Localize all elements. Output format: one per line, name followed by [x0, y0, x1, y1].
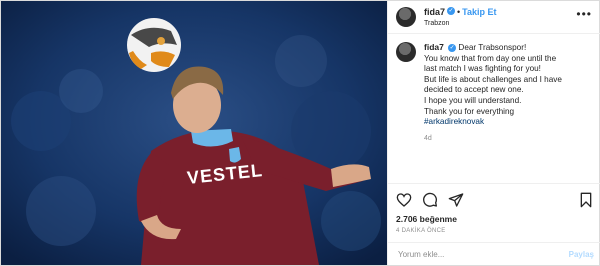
heart-icon[interactable]	[396, 192, 412, 208]
bookmark-icon[interactable]	[578, 192, 594, 208]
instagram-post: VESTEL fida7 ✓ • Takip Et Trabzon ••• fida7…	[0, 0, 600, 266]
caption-line: I hope you will understand.	[424, 95, 522, 105]
caption-text: fida7 ✓ Dear Trabsonspor! You know that …	[424, 42, 594, 144]
caption-username[interactable]: fida7	[424, 42, 444, 52]
likes-label: beğenme	[419, 214, 457, 224]
comment-icon[interactable]	[422, 192, 438, 208]
verified-badge-icon: ✓	[447, 6, 456, 15]
likes-number: 2.706	[396, 214, 418, 224]
more-icon[interactable]: •••	[576, 7, 592, 21]
comment-input[interactable]	[396, 248, 569, 260]
post-photo[interactable]: VESTEL	[1, 1, 387, 265]
caption-line: last match I was fighting for you!	[424, 64, 541, 74]
action-icons	[396, 190, 594, 210]
comment-bar: Paylaş	[388, 242, 600, 265]
post-header: fida7 ✓ • Takip Et Trabzon •••	[388, 1, 600, 34]
header-name-block: fida7 ✓ • Takip Et Trabzon	[424, 5, 497, 29]
hashtag-link[interactable]: #arkadireknovak	[424, 117, 594, 128]
separator-dot: •	[457, 7, 461, 17]
caption-line: But life is about challenges and I have	[424, 74, 562, 84]
caption-avatar[interactable]	[396, 42, 416, 62]
post-date: 4 DAKİKA ÖNCE	[396, 228, 446, 234]
actions-section: 2.706 beğenme 4 DAKİKA ÖNCE	[388, 183, 600, 234]
caption-line: Thank you for everything	[424, 106, 515, 116]
caption: fida7 ✓ Dear Trabsonspor! You know that …	[388, 34, 600, 144]
post-comment-button[interactable]: Paylaş	[569, 250, 594, 259]
caption-line: You know that from day one until the	[424, 53, 557, 63]
location-link[interactable]: Trabzon	[424, 18, 497, 29]
verified-badge-icon: ✓	[448, 43, 457, 52]
post-photo-image	[1, 1, 387, 265]
follow-button[interactable]: Takip Et	[462, 7, 496, 17]
avatar[interactable]	[396, 7, 416, 27]
share-icon[interactable]	[448, 192, 464, 208]
caption-line: Dear Trabsonspor!	[458, 43, 527, 52]
caption-age: 4d	[424, 134, 432, 142]
caption-line: decided to accept new one.	[424, 85, 524, 95]
post-sidebar: fida7 ✓ • Takip Et Trabzon ••• fida7 ✓ Dear…	[387, 1, 600, 265]
likes-count[interactable]: 2.706 beğenme	[396, 214, 594, 224]
header-username[interactable]: fida7	[424, 7, 445, 17]
